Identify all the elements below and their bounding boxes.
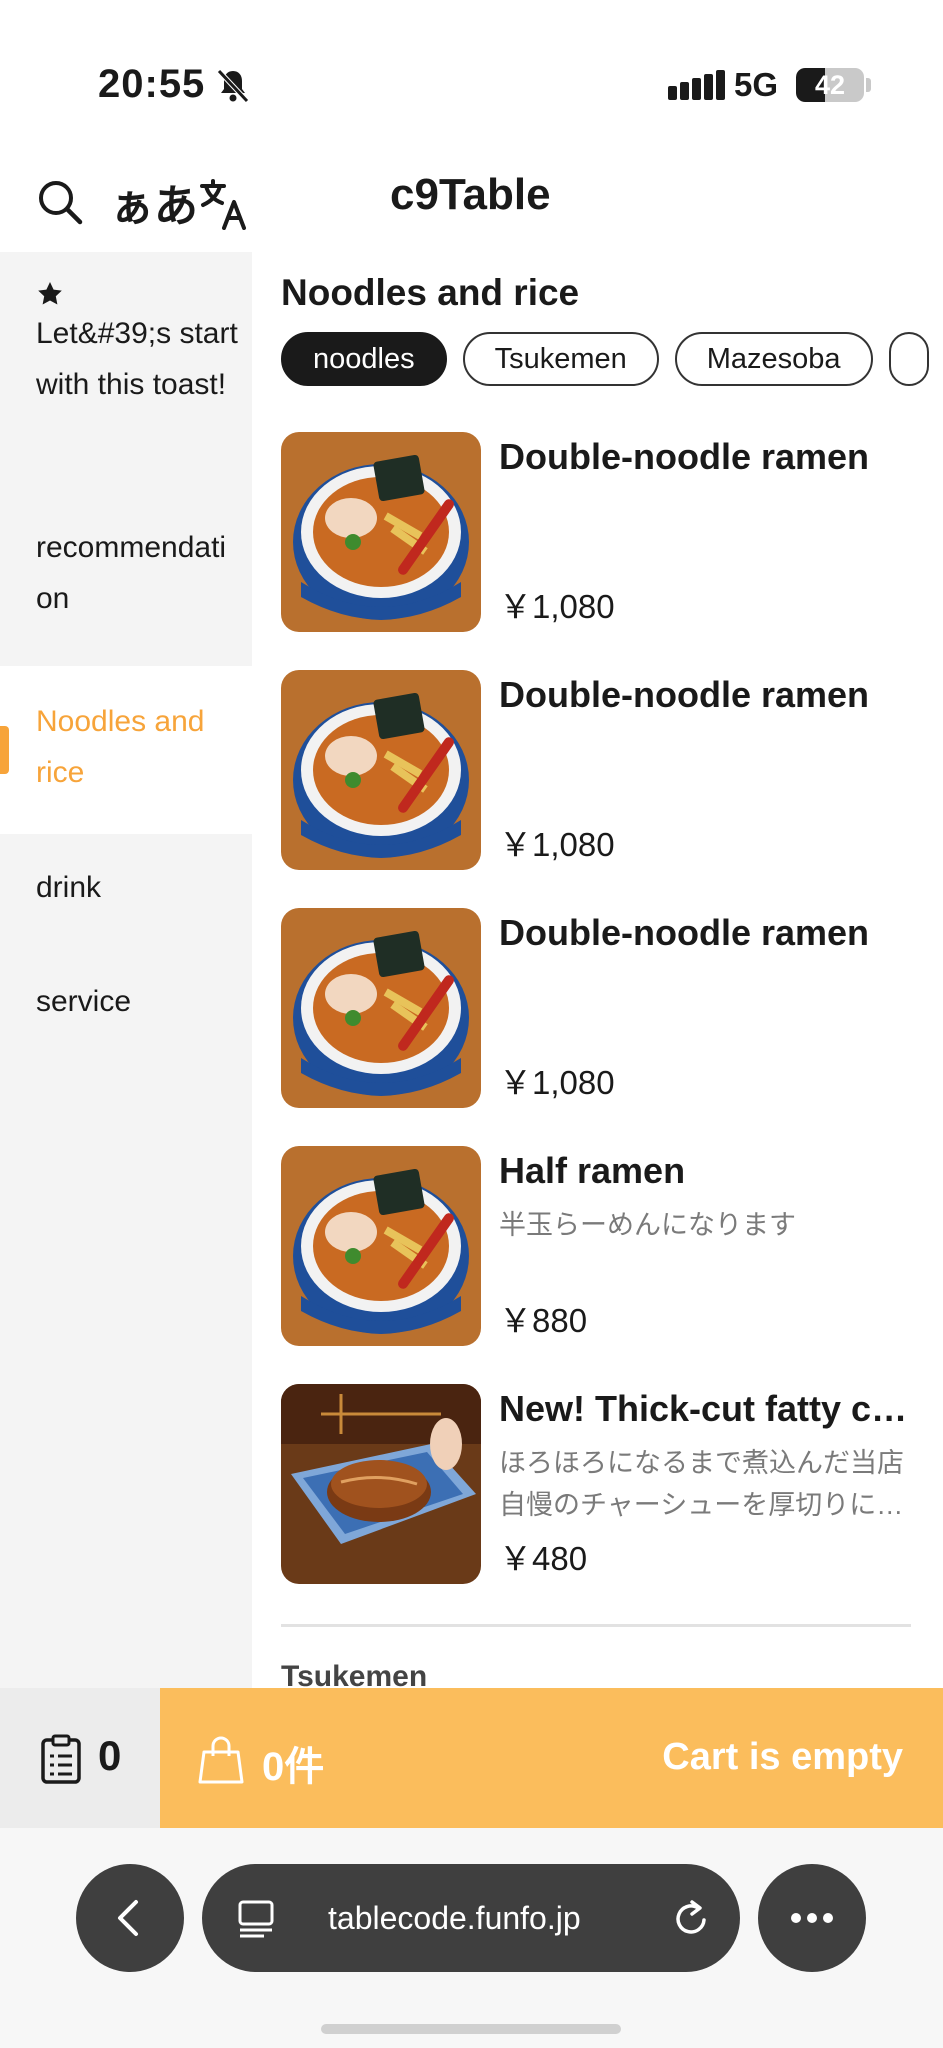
- sidebar-item-label: service: [36, 985, 132, 1018]
- status-time: 20:55: [98, 62, 206, 106]
- item-name: Double-noodle ramen: [499, 674, 870, 715]
- item-price: ￥1,080: [499, 588, 615, 625]
- app-header: ぁあ c9Table: [0, 160, 943, 250]
- menu-item[interactable]: Double-noodle ramen ￥1,080: [281, 670, 911, 870]
- item-name: Double-noodle ramen: [499, 436, 870, 477]
- battery-level: 42: [814, 70, 846, 100]
- font-size-icon[interactable]: ぁあ: [110, 170, 198, 234]
- chip-mazesoba[interactable]: Mazesoba: [674, 332, 873, 386]
- item-price: ￥1,080: [499, 1064, 615, 1101]
- chevron-left-icon: [118, 1900, 138, 1936]
- order-bar: 0 0件 Cart is empty: [0, 1688, 943, 1828]
- ramen-image: [281, 908, 481, 1108]
- menu-list: Noodles and rice noodles Tsukemen Mazesoba…: [252, 252, 943, 1688]
- url-text: tablecode.funfo.jp: [328, 1900, 581, 1936]
- item-name: Half ramen: [499, 1150, 686, 1191]
- item-price: ￥1,080: [499, 826, 615, 863]
- sidebar-item-label: recommendation: [36, 531, 227, 615]
- chip-more[interactable]: [888, 332, 929, 386]
- item-description: 半玉らーめんになります: [499, 1210, 796, 1240]
- clipboard-icon: [41, 1734, 81, 1784]
- page-menu-icon[interactable]: [236, 1898, 276, 1938]
- chip-tsukemen[interactable]: Tsukemen: [462, 332, 659, 386]
- chip-noodles[interactable]: noodles: [281, 332, 447, 386]
- ramen-image: [281, 432, 481, 632]
- chashu-image: [281, 1384, 481, 1584]
- subcategory-chips: noodles Tsukemen Mazesoba: [281, 332, 943, 386]
- active-indicator: [0, 726, 9, 774]
- menu-item[interactable]: Double-noodle ramen ￥1,080: [281, 432, 911, 632]
- sidebar-item-drink[interactable]: drink: [0, 862, 252, 913]
- shopping-bag-icon: [198, 1736, 244, 1784]
- battery-icon: 42: [796, 68, 864, 102]
- sidebar-item-label: Noodles and rice: [36, 705, 205, 789]
- sidebar-item-label: drink: [36, 871, 102, 904]
- menu-item[interactable]: New! Thick-cut fatty chashu ほろほろになるまで煮込ん…: [281, 1384, 911, 1584]
- item-price: ￥480: [499, 1540, 588, 1577]
- sidebar-item-service[interactable]: service: [0, 976, 252, 1027]
- sidebar-item-recommendation[interactable]: recommendation: [0, 522, 252, 624]
- order-history-count: 0: [98, 1732, 122, 1779]
- section-title: Noodles and rice: [281, 272, 580, 313]
- sidebar-item-label: Let&#39;s start with this toast!: [36, 317, 238, 401]
- address-bar[interactable]: tablecode.funfo.jp: [202, 1864, 740, 1972]
- status-bar: 20:55 5G 42: [0, 0, 943, 150]
- bell-muted-icon: [217, 69, 249, 103]
- star-icon: [38, 282, 62, 305]
- more-icon: [791, 1913, 833, 1923]
- search-icon[interactable]: [36, 178, 84, 226]
- browser-toolbar: tablecode.funfo.jp: [0, 1828, 943, 2048]
- ramen-image: [281, 670, 481, 870]
- item-price: ￥880: [499, 1302, 588, 1339]
- menu-item[interactable]: Double-noodle ramen ￥1,080: [281, 908, 911, 1108]
- network-type: 5G: [734, 66, 779, 103]
- section-divider: [281, 1624, 911, 1627]
- cart-button[interactable]: 0件 Cart is empty: [160, 1688, 943, 1828]
- next-section-title: Tsukemen: [281, 1660, 428, 1688]
- back-button[interactable]: [76, 1864, 184, 1972]
- battery-tip: [866, 78, 871, 92]
- signal-icon: [668, 70, 725, 100]
- category-sidebar: Let&#39;s start with this toast! recomme…: [0, 252, 252, 1688]
- item-name: New! Thick-cut fatty chashu: [499, 1388, 911, 1429]
- reload-icon[interactable]: [670, 1898, 712, 1940]
- menu-item[interactable]: Half ramen 半玉らーめんになります ￥880: [281, 1146, 911, 1346]
- sidebar-item-noodles-and-rice[interactable]: Noodles and rice: [0, 666, 252, 834]
- item-name: Double-noodle ramen: [499, 912, 870, 953]
- cart-count: 0件: [262, 1745, 325, 1789]
- ramen-image: [281, 1146, 481, 1346]
- more-button[interactable]: [758, 1864, 866, 1972]
- order-history-button[interactable]: 0: [0, 1688, 160, 1828]
- translate-icon[interactable]: [198, 178, 248, 230]
- app-title: c9Table: [390, 170, 551, 219]
- item-description: ほろほろになるまで煮込んだ当店自慢のチャーシューを厚切りにしました: [499, 1448, 904, 1520]
- cart-status: Cart is empty: [662, 1736, 903, 1778]
- home-indicator: [321, 2024, 621, 2034]
